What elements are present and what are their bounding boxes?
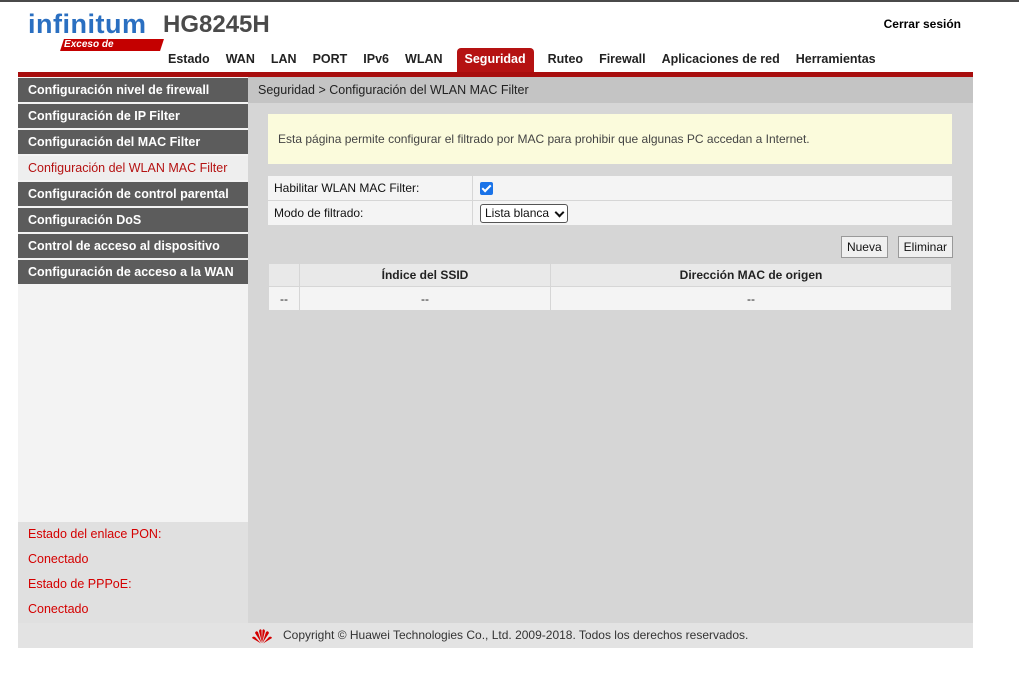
row-ssid-index-cell: -- <box>299 286 551 311</box>
sidebar-item-parental-control[interactable]: Configuración de control parental <box>18 182 248 206</box>
filter-mode-select[interactable]: Lista blanca <box>480 203 569 223</box>
sidebar-item-ip-filter[interactable]: Configuración de IP Filter <box>18 104 248 128</box>
nav-wlan[interactable]: WLAN <box>397 48 451 72</box>
sidebar-item-wlan-mac-filter[interactable]: Configuración del WLAN MAC Filter <box>18 156 248 180</box>
new-button[interactable]: Nueva <box>840 236 888 258</box>
nav-port[interactable]: PORT <box>305 48 356 72</box>
nav-ipv6[interactable]: IPv6 <box>355 48 397 72</box>
source-mac-header: Dirección MAC de origen <box>550 263 952 287</box>
mode-label: Modo de filtrado: <box>268 201 473 225</box>
nav-wan[interactable]: WAN <box>218 48 263 72</box>
main-nav: Estado WAN LAN PORT IPv6 WLAN Seguridad … <box>160 48 884 72</box>
mode-row: Modo de filtrado: Lista blanca <box>268 201 952 225</box>
mac-filter-table: Índice del SSID Dirección MAC de origen … <box>268 263 952 311</box>
brand-tagline-text: Exceso de Velocidad <box>64 39 114 62</box>
enable-row: Habilitar WLAN MAC Filter: <box>268 176 952 200</box>
pppoe-status-value: Conectado <box>28 602 89 616</box>
infinitum-logo: infinitum Exceso de Velocidad <box>28 9 164 62</box>
sidebar: Configuración nivel de firewall Configur… <box>18 77 248 623</box>
copyright-text: Copyright © Huawei Technologies Co., Ltd… <box>283 628 749 642</box>
chevron-down-icon <box>554 207 565 217</box>
delete-button[interactable]: Eliminar <box>897 236 953 258</box>
row-select-cell: -- <box>268 286 300 311</box>
breadcrumb: Seguridad > Configuración del WLAN MAC F… <box>248 77 973 103</box>
action-buttons: Nueva Eliminar <box>840 236 953 258</box>
nav-estado[interactable]: Estado <box>160 48 218 72</box>
sidebar-item-device-access[interactable]: Control de acceso al dispositivo <box>18 234 248 258</box>
connection-status-panel: Estado del enlace PON: Conectado Estado … <box>18 522 248 623</box>
filter-form: Habilitar WLAN MAC Filter: Modo de filtr… <box>268 176 952 226</box>
filter-mode-selected: Lista blanca <box>485 205 550 220</box>
nav-seguridad[interactable]: Seguridad <box>456 48 534 72</box>
header: infinitum Exceso de Velocidad HG8245H Ce… <box>18 2 973 72</box>
enable-value <box>473 176 952 200</box>
info-message: Esta página permite configurar el filtra… <box>268 114 952 164</box>
nav-firewall[interactable]: Firewall <box>591 48 654 72</box>
enable-label: Habilitar WLAN MAC Filter: <box>268 176 473 200</box>
sidebar-item-dos[interactable]: Configuración DoS <box>18 208 248 232</box>
brand-tagline: Exceso de Velocidad <box>60 39 164 62</box>
nav-ruteo[interactable]: Ruteo <box>540 48 591 72</box>
nav-aplicaciones-de-red[interactable]: Aplicaciones de red <box>654 48 788 72</box>
table-header-row: Índice del SSID Dirección MAC de origen <box>268 263 952 287</box>
footer: Copyright © Huawei Technologies Co., Ltd… <box>18 623 973 648</box>
logout-link[interactable]: Cerrar sesión <box>884 17 961 31</box>
brand-name: infinitum <box>28 9 147 39</box>
main-content: Seguridad > Configuración del WLAN MAC F… <box>248 77 973 623</box>
select-column-header <box>268 263 300 287</box>
device-model: HG8245H <box>163 11 270 38</box>
table-row[interactable]: -- -- -- <box>268 286 952 311</box>
sidebar-item-wan-access[interactable]: Configuración de acceso a la WAN <box>18 260 248 284</box>
sidebar-menu: Configuración nivel de firewall Configur… <box>18 78 248 286</box>
mode-value: Lista blanca <box>473 201 952 225</box>
enable-wlan-mac-filter-checkbox[interactable] <box>480 181 493 195</box>
row-source-mac-cell: -- <box>550 286 952 311</box>
pppoe-status-label: Estado de PPPoE: <box>28 577 132 591</box>
nav-lan[interactable]: LAN <box>263 48 305 72</box>
sidebar-item-mac-filter[interactable]: Configuración del MAC Filter <box>18 130 248 154</box>
sidebar-item-firewall-level[interactable]: Configuración nivel de firewall <box>18 78 248 102</box>
ssid-index-header: Índice del SSID <box>299 263 551 287</box>
nav-herramientas[interactable]: Herramientas <box>788 48 884 72</box>
pon-status-label: Estado del enlace PON: <box>28 527 162 541</box>
huawei-logo-icon <box>252 629 272 644</box>
pon-status-value: Conectado <box>28 552 89 566</box>
